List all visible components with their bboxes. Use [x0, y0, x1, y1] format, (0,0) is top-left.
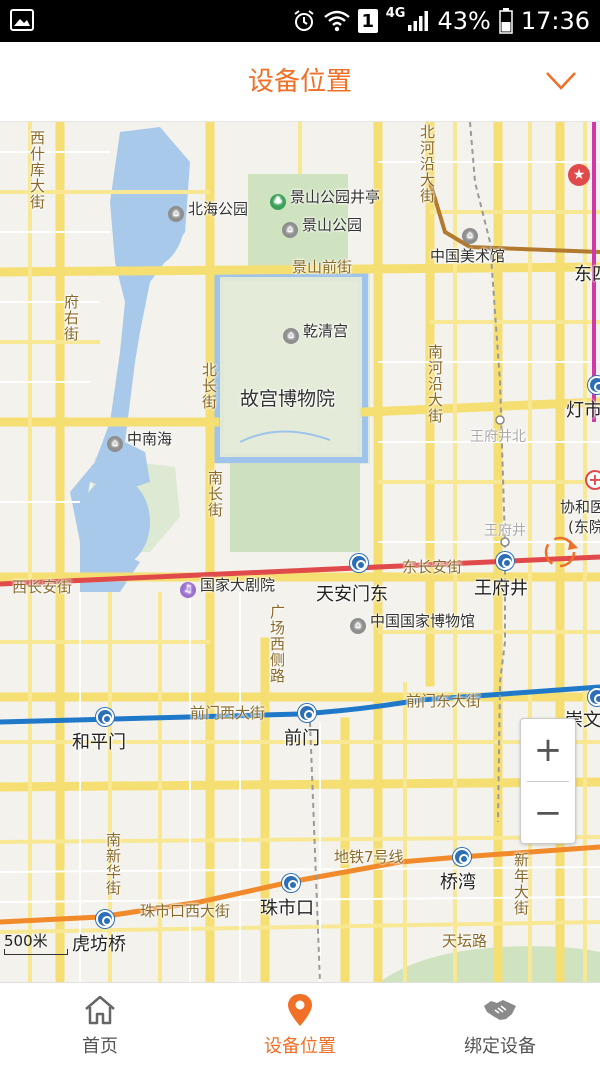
poi-meishuguan[interactable]: 中国美术馆	[430, 245, 505, 266]
map-base[interactable]	[0, 122, 600, 982]
poi-bowuguan[interactable]: ⌂ 中国国家博物馆	[350, 610, 475, 634]
poi-label: 北海公园	[188, 200, 249, 218]
hospital-icon[interactable]: +	[585, 470, 600, 490]
network-type: 4G	[385, 5, 406, 21]
poi-jingshan-jingting[interactable]: ♣ 景山公园井亭	[270, 186, 380, 210]
poi-label: 国家大剧院	[200, 576, 276, 594]
tab-device-location[interactable]: 设备位置	[200, 983, 400, 1067]
tab-home[interactable]: 首页	[0, 983, 200, 1067]
subway-station-icon[interactable]	[588, 376, 600, 394]
gallery-icon	[10, 9, 34, 31]
poi-xiehe[interactable]: 协和医	[560, 496, 600, 517]
map-scale: 500米	[4, 930, 68, 957]
alarm-icon	[294, 10, 314, 31]
map-view[interactable]: 西什库大街 ⌂ 北海公园 ♣ 景山公园井亭 ⌂ 景山公园 景山前街 北河沿大街 ⌂ 中…	[0, 122, 600, 982]
label-xichangan: 西长安街	[12, 578, 73, 596]
subway-station-icon[interactable]	[298, 704, 316, 722]
poi-dajuyuan[interactable]: ♫ 国家大剧院	[180, 574, 275, 598]
scenic-icon: ⌂	[168, 206, 184, 222]
label-tiantanlu: 天坛路	[442, 932, 488, 950]
label-nanchangjie: 南长街	[206, 470, 224, 518]
park-icon: ♣	[270, 194, 286, 210]
poi-label: 景山公园井亭	[290, 188, 381, 206]
scale-label: 500米	[4, 932, 48, 950]
label-qianmen[interactable]: 前门	[284, 724, 320, 750]
zoom-out-button[interactable]: −	[521, 782, 575, 844]
label-tiananmendong[interactable]: 天安门东	[316, 580, 388, 606]
label-dengshi: 灯市	[566, 400, 600, 421]
subway-station-icon[interactable]	[282, 874, 300, 892]
sim-card-icon: 1	[357, 9, 378, 33]
label-xishiku: 西什库大街	[28, 130, 46, 210]
label-dongchangan: 东长安街	[402, 558, 463, 576]
label-wangfujing-gray: 王府井	[484, 523, 526, 539]
tab-label: 设备位置	[264, 1036, 336, 1057]
museum-icon: ⌂	[350, 618, 366, 634]
zoom-control: + −	[520, 718, 576, 844]
poi-label: 景山公园	[302, 216, 363, 234]
subway-station-icon[interactable]	[350, 554, 368, 572]
label-hufangqiao[interactable]: 虎坊桥	[72, 930, 126, 956]
chevron-down-icon[interactable]	[544, 68, 578, 94]
landmark-star-icon[interactable]: ★	[568, 164, 590, 186]
label-ditie7: 地铁7号线	[334, 848, 404, 866]
label-jingshanqianjie: 景山前街	[292, 258, 353, 276]
poi-label: 中南海	[127, 430, 173, 448]
museum-icon: ⌂	[462, 228, 478, 244]
tab-label: 绑定设备	[464, 1036, 536, 1057]
status-bar: 1 4G 43% 17:36	[0, 0, 600, 42]
tab-bind-device[interactable]: 绑定设备	[400, 983, 600, 1067]
poi-label: 中国国家博物馆	[370, 612, 476, 630]
label-xinnian: 新年大街	[512, 852, 530, 916]
page-title: 设备位置	[247, 67, 352, 97]
music-note-icon: ♫	[180, 582, 196, 598]
battery-percent: 43%	[437, 7, 491, 35]
handshake-icon	[484, 1000, 516, 1020]
poi-zhongnanhai[interactable]: ⌂ 中南海	[107, 428, 172, 452]
label-qiaowan[interactable]: 桥湾	[440, 868, 476, 894]
label-nanxinhua: 南新华街	[104, 832, 122, 896]
palace-icon: ⌂	[283, 328, 299, 344]
label-zhushikouxi: 珠市口西大街	[140, 902, 231, 920]
government-icon: ⌂	[107, 436, 123, 452]
poi-meishuguan-icon: ⌂	[462, 222, 482, 244]
label-dongsi: 东四	[574, 264, 600, 285]
poi-xiehe-east: (东院)	[568, 518, 600, 536]
zoom-in-button[interactable]: +	[521, 719, 575, 781]
scenic-icon: ⌂	[282, 222, 298, 238]
tab-label: 首页	[82, 1036, 118, 1057]
top-header: 设备位置	[0, 42, 600, 122]
poi-qianqinggong[interactable]: ⌂ 乾清宫	[283, 320, 348, 344]
label-beiheyan: 北河沿大街	[418, 124, 436, 204]
subway-station-icon[interactable]	[588, 688, 600, 706]
label-guangchangxice: 广场西侧路	[268, 604, 286, 684]
label-wangfujing[interactable]: 王府井	[474, 574, 528, 600]
label-wangfujing-bei: 王府井北	[470, 429, 526, 445]
subway-station-icon[interactable]	[496, 552, 514, 570]
label-nanheyan: 南河沿大街	[426, 344, 444, 424]
poi-beihai[interactable]: ⌂ 北海公园	[168, 198, 248, 222]
battery-icon	[499, 8, 513, 34]
wifi-icon	[323, 10, 350, 32]
subway-station-icon[interactable]	[96, 708, 114, 726]
subway-station-icon[interactable]	[96, 910, 114, 928]
label-qianmendong: 前门东大街	[406, 692, 482, 710]
clock: 17:36	[520, 7, 590, 35]
label-qianmenxi: 前门西大街	[190, 704, 266, 722]
subway-station-icon[interactable]	[453, 848, 471, 866]
bottom-tab-bar: 首页 设备位置 绑定设备	[0, 982, 600, 1067]
location-pin-icon	[288, 994, 312, 1026]
label-fuyoujie: 府右街	[62, 294, 80, 342]
signal-icon	[408, 11, 429, 31]
label-gugong[interactable]: 故宫博物院	[240, 384, 335, 411]
home-icon	[85, 995, 115, 1025]
label-zhushikou[interactable]: 珠市口	[260, 894, 314, 920]
label-beichangjie: 北长街	[200, 362, 218, 410]
poi-jingshan[interactable]: ⌂ 景山公园	[282, 214, 362, 238]
poi-label: 乾清宫	[303, 322, 349, 340]
label-hepingmen[interactable]: 和平门	[72, 728, 126, 754]
